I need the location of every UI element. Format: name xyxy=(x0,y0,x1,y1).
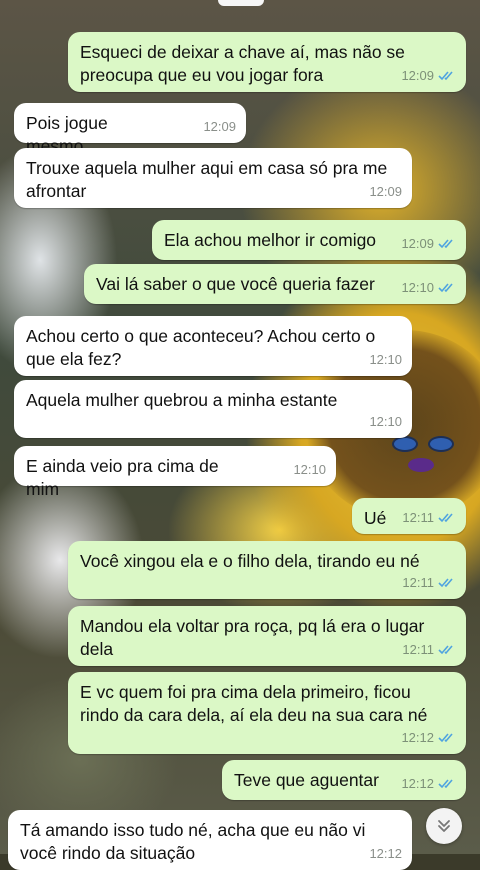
message-outgoing[interactable]: Ela achou melhor ir comigo 12:09 xyxy=(152,220,466,260)
message-meta: 12:11 xyxy=(402,571,456,594)
message-meta: 12:09 xyxy=(401,64,456,87)
message-text: Vai lá saber o que você queria fazer xyxy=(96,274,375,294)
double-check-icon xyxy=(438,513,453,523)
message-text: Aquela mulher quebrou a minha estante xyxy=(26,390,338,410)
message-time: 12:11 xyxy=(402,575,434,590)
message-text: Você xingou ela e o filho dela, tirando … xyxy=(80,551,420,571)
message-meta: 12:12 xyxy=(401,726,456,749)
message-outgoing[interactable]: Ué 12:11 xyxy=(352,498,466,534)
message-text: Tá amando isso tudo né, acha que eu não … xyxy=(20,820,366,863)
message-text: Mandou ela voltar pra roça, pq lá era o … xyxy=(80,616,425,659)
message-text: Trouxe aquela mulher aqui em casa só pra… xyxy=(26,158,388,201)
message-meta: 12:12 xyxy=(401,772,456,795)
message-incoming[interactable]: Pois jogue mesmo 12:09 xyxy=(14,103,246,156)
message-outgoing[interactable]: Mandou ela voltar pra roça, pq lá era o … xyxy=(68,606,466,666)
message-time: 12:12 xyxy=(401,776,434,791)
message-meta: 12:09 xyxy=(369,180,402,203)
message-outgoing[interactable]: Você xingou ela e o filho dela, tirando … xyxy=(68,541,466,599)
message-time: 12:09 xyxy=(203,119,236,134)
message-incoming[interactable]: Trouxe aquela mulher aqui em casa só pra… xyxy=(14,148,412,208)
double-check-icon xyxy=(438,645,453,655)
message-time: 12:09 xyxy=(401,236,434,251)
message-incoming[interactable]: E ainda veio pra cima de mim 12:10 xyxy=(14,446,336,499)
message-text: Esqueci de deixar a chave aí, mas não se… xyxy=(80,42,405,85)
message-incoming[interactable]: Achou certo o que aconteceu? Achou certo… xyxy=(14,316,412,376)
message-outgoing[interactable]: Esqueci de deixar a chave aí, mas não se… xyxy=(68,32,466,92)
message-outgoing[interactable]: Teve que aguentar 12:12 xyxy=(222,760,466,800)
message-time: 12:10 xyxy=(293,462,326,477)
scroll-to-bottom-button[interactable] xyxy=(426,808,462,844)
message-time: 12:10 xyxy=(401,280,434,295)
message-meta: 12:09 xyxy=(203,115,236,138)
message-outgoing[interactable]: E vc quem foi pra cima dela primeiro, fi… xyxy=(68,672,466,754)
message-text: Achou certo o que aconteceu? Achou certo… xyxy=(26,326,376,369)
message-meta: 12:09 xyxy=(401,232,456,255)
message-meta: 12:11 xyxy=(402,506,456,529)
double-check-icon xyxy=(438,779,453,789)
double-check-icon xyxy=(438,71,453,81)
message-meta: 12:10 xyxy=(293,458,326,481)
message-time: 12:11 xyxy=(402,510,434,525)
message-list[interactable]: Esqueci de deixar a chave aí, mas não se… xyxy=(0,0,480,870)
message-outgoing[interactable]: Vai lá saber o que você queria fazer 12:… xyxy=(84,264,466,304)
message-time: 12:10 xyxy=(369,414,402,429)
message-text: E vc quem foi pra cima dela primeiro, fi… xyxy=(80,682,428,725)
message-time: 12:11 xyxy=(402,642,434,657)
double-check-icon xyxy=(438,578,453,588)
message-time: 12:09 xyxy=(401,68,434,83)
message-time: 12:10 xyxy=(369,352,402,367)
message-text: Ué xyxy=(364,508,387,528)
message-meta: 12:10 xyxy=(369,410,402,433)
double-check-icon xyxy=(438,283,453,293)
message-meta: 12:10 xyxy=(401,276,456,299)
message-time: 12:12 xyxy=(401,730,434,745)
double-check-icon xyxy=(438,239,453,249)
message-incoming[interactable]: Aquela mulher quebrou a minha estante 12… xyxy=(14,380,412,438)
message-meta: 12:11 xyxy=(402,638,456,661)
message-text: E ainda veio pra cima de mim xyxy=(26,456,219,499)
message-text: Ela achou melhor ir comigo xyxy=(164,230,377,250)
message-text: Teve que aguentar xyxy=(234,770,379,790)
message-meta: 12:10 xyxy=(369,348,402,371)
double-chevron-down-icon xyxy=(438,820,450,832)
double-check-icon xyxy=(438,733,453,743)
message-incoming[interactable]: Tá amando isso tudo né, acha que eu não … xyxy=(8,810,412,870)
message-time: 12:09 xyxy=(369,184,402,199)
